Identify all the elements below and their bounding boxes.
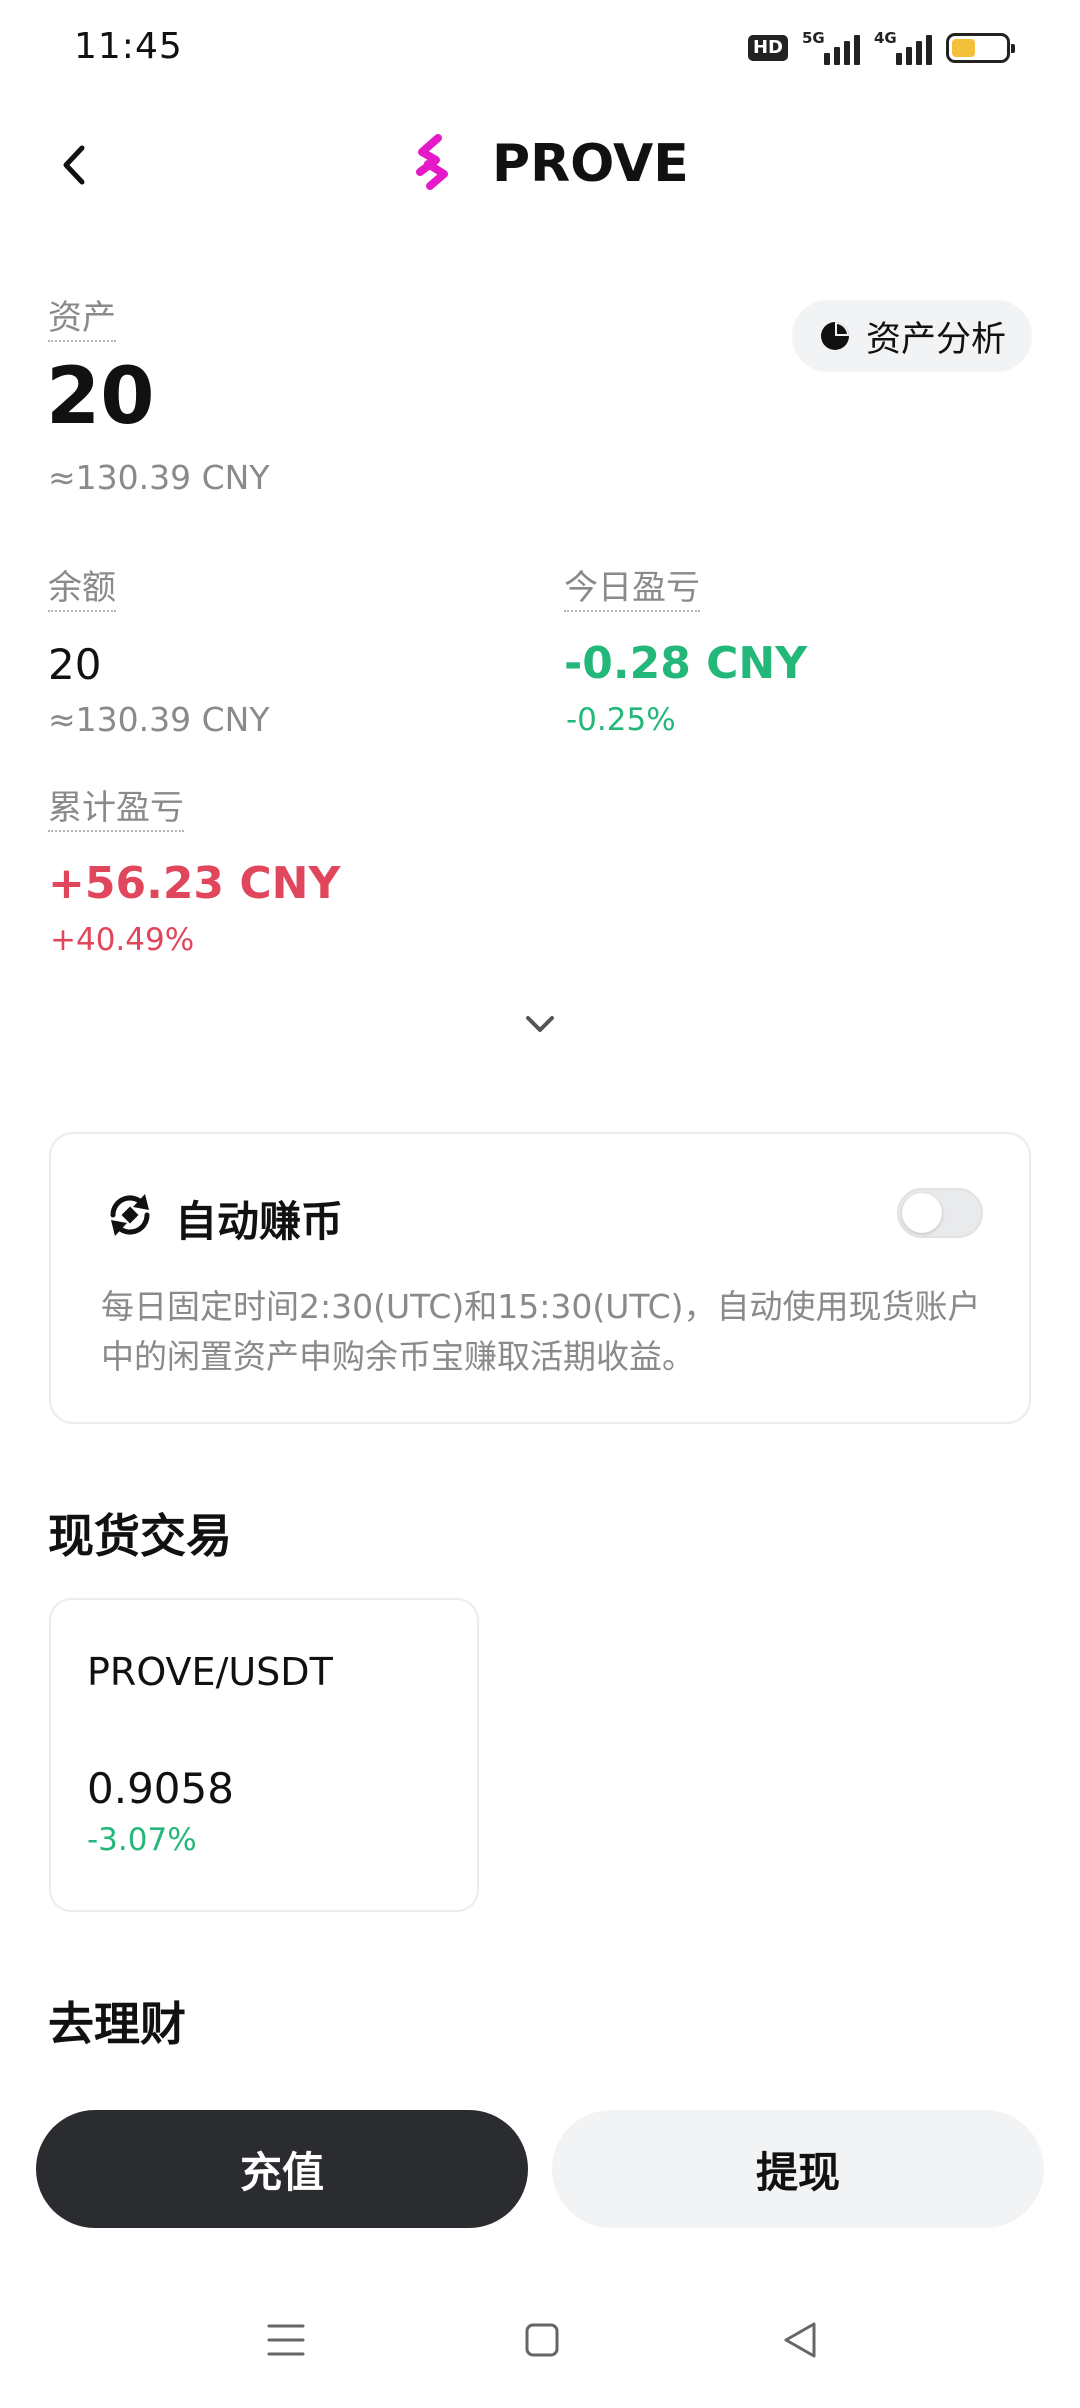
total-pnl-percent: +40.49% [50,922,195,958]
balance-label[interactable]: 余额 [48,568,116,612]
asset-analysis-button[interactable]: 资产分析 [792,300,1032,372]
home-square-icon [525,2323,559,2357]
back-button[interactable] [50,140,100,190]
battery-icon [946,33,1015,63]
pair-price: 0.9058 [87,1764,234,1813]
auto-earn-toggle[interactable] [897,1188,983,1238]
back-triangle-icon [784,2322,816,2358]
finance-section-title: 去理财 [48,1997,186,2051]
chevron-left-icon [63,145,85,185]
deposit-button[interactable]: 充值 [36,2110,528,2228]
auto-earn-title: 自动赚币 [175,1197,344,1246]
today-pnl-label[interactable]: 今日盈亏 [564,568,700,612]
assets-label[interactable]: 资产 [48,298,116,342]
today-pnl-percent: -0.25% [566,702,676,738]
assets-amount: 20 [46,352,155,442]
assets-label-wrap[interactable]: 资产 [48,298,116,342]
auto-earn-card: 自动赚币 每日固定时间2:30(UTC)和15:30(UTC)，自动使用现货账户… [49,1132,1031,1424]
signal-4g-icon: 4G [874,29,932,65]
withdraw-button[interactable]: 提现 [552,2110,1044,2228]
nav-back-button[interactable] [780,2320,820,2360]
total-pnl-label[interactable]: 累计盈亏 [48,788,184,832]
assets-approx: ≈130.39 CNY [48,458,270,497]
total-pnl-label-wrap[interactable]: 累计盈亏 [48,788,184,832]
balance-label-wrap[interactable]: 余额 [48,568,116,612]
toggle-knob [902,1193,942,1233]
chevron-down-icon [526,1016,554,1032]
status-icons: HD 5G 4G [747,28,1015,68]
page-title: PROVE [492,134,689,194]
spot-pair-card[interactable]: PROVE/USDT 0.9058 -3.07% [49,1598,479,1912]
total-pnl-amount: +56.23 CNY [48,858,341,909]
hd-badge: HD [747,35,788,61]
balance-amount: 20 [48,640,102,689]
auto-cycle-icon [103,1188,157,1242]
today-pnl-label-wrap[interactable]: 今日盈亏 [564,568,700,612]
pair-change: -3.07% [87,1822,197,1858]
prove-logo-icon [408,134,456,190]
spot-section-title: 现货交易 [48,1509,232,1563]
pair-name: PROVE/USDT [87,1650,333,1694]
status-time: 11:45 [74,26,183,67]
signal-5g-label: 5G [802,29,825,47]
auto-earn-description: 每日固定时间2:30(UTC)和15:30(UTC)，自动使用现货账户中的闲置资… [101,1287,981,1376]
asset-analysis-label: 资产分析 [865,319,1006,360]
expand-button[interactable] [520,1010,560,1040]
signal-4g-label: 4G [874,29,897,47]
nav-menu-button[interactable] [266,2322,306,2358]
balance-approx: ≈130.39 CNY [48,700,270,739]
signal-5g-icon: 5G [802,29,860,65]
nav-home-button[interactable] [524,2322,560,2358]
menu-icon [267,2324,305,2356]
pie-chart-icon [820,322,849,350]
today-pnl-amount: -0.28 CNY [564,638,808,689]
